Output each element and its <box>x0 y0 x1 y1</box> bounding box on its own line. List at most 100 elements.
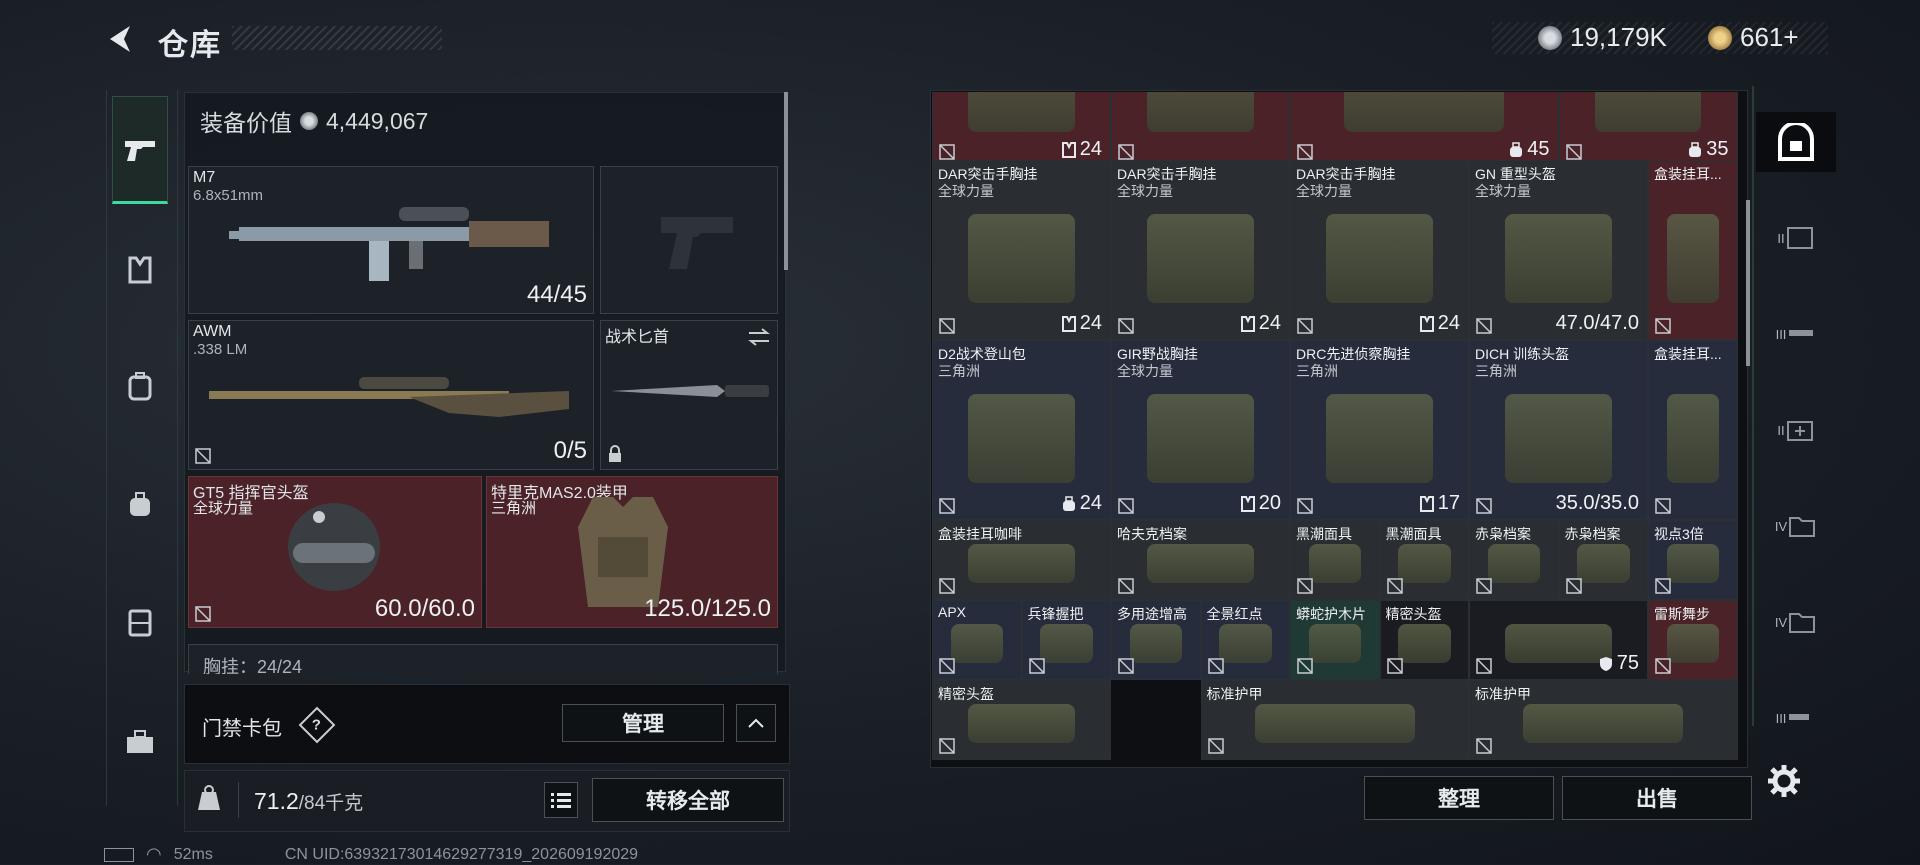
stash-item[interactable]: 35 <box>1558 92 1738 166</box>
stash-item[interactable]: 兵锋握把 <box>1021 600 1111 680</box>
stash-item[interactable]: 75 <box>1469 600 1648 680</box>
pistol-slot[interactable] <box>600 166 778 314</box>
stash-item[interactable]: 盒装挂耳咖啡 <box>932 520 1111 600</box>
title-decoration <box>232 26 442 50</box>
ticket-balance[interactable]: 661+ <box>1708 22 1799 53</box>
item-art <box>1398 544 1451 584</box>
rail-weapons-tab[interactable] <box>112 122 168 178</box>
stash-item[interactable]: 盒装挂耳... <box>1648 160 1738 340</box>
primary-weapon-slot[interactable]: M7 6.8x51mm 44/45 <box>188 166 594 314</box>
no-drop-icon <box>1476 738 1492 754</box>
pistol-placeholder-icon <box>661 217 733 269</box>
folder-page-icon <box>1789 613 1816 633</box>
stash-page-icon <box>1786 227 1813 249</box>
rig-small-icon <box>1240 495 1255 512</box>
melee-slot[interactable]: 战术匕首 <box>600 320 778 470</box>
stash-item[interactable]: 精密头盔 <box>932 680 1111 760</box>
transfer-all-button[interactable]: 转移全部 <box>592 778 784 822</box>
swap-icon[interactable] <box>747 327 771 347</box>
list-view-button[interactable] <box>544 782 578 818</box>
item-name: 多用途增高 <box>1117 606 1187 622</box>
sell-button[interactable]: 出售 <box>1562 776 1752 820</box>
tidy-button[interactable]: 整理 <box>1364 776 1554 820</box>
no-drop-icon <box>1118 658 1134 674</box>
stash-item[interactable]: 全景红点 <box>1200 600 1290 680</box>
stash-item[interactable]: 24 <box>932 92 1111 166</box>
stash-item[interactable]: DAR突击手胸挂 全球力量 24 <box>932 160 1111 340</box>
no-drop-icon <box>1118 144 1134 160</box>
armor-slot[interactable]: 特里克MAS2.0装甲 三角洲 125.0/125.0 <box>486 476 778 628</box>
page-roman: III <box>1775 710 1787 726</box>
stash-item[interactable]: 多用途增高 <box>1111 600 1201 680</box>
no-drop-icon <box>939 144 955 160</box>
back-arrow-icon[interactable] <box>104 22 138 56</box>
stash-page-3-tab[interactable]: III <box>1756 304 1836 364</box>
stash-item[interactable]: 标准护甲 <box>1469 680 1738 760</box>
manage-button[interactable]: 管理 <box>562 704 724 742</box>
item-source: 全球力量 <box>1117 183 1173 199</box>
item-art <box>1666 394 1719 484</box>
coin-balance[interactable]: 19,179K <box>1538 22 1667 53</box>
stash-page-5-tab[interactable]: IV <box>1756 496 1836 556</box>
equipment-scrollbar[interactable] <box>784 92 788 270</box>
stash-item[interactable]: 赤枭档案 <box>1558 520 1648 600</box>
expand-button[interactable] <box>736 704 776 742</box>
stash-item[interactable]: 黑潮面具 <box>1290 520 1380 600</box>
stash-item[interactable]: D2战术登山包 三角洲 24 <box>932 340 1111 520</box>
stash-item[interactable]: GIR野战胸挂 全球力量 20 <box>1111 340 1290 520</box>
stash-item[interactable]: APX <box>932 600 1022 680</box>
stash-item[interactable]: DICH 训练头盔 三角洲 35.0/35.0 <box>1469 340 1648 520</box>
item-count: 45 <box>1509 138 1550 161</box>
rail-backpack-tab[interactable] <box>112 358 168 414</box>
stash-item[interactable]: GN 重型头盔 全球力量 47.0/47.0 <box>1469 160 1648 340</box>
rail-case-tab[interactable] <box>112 594 168 650</box>
item-count: 24 <box>1061 138 1102 161</box>
stash-item[interactable] <box>1111 92 1290 166</box>
item-art <box>1147 214 1254 304</box>
stash-page-2-tab[interactable]: II <box>1756 208 1836 268</box>
stash-item[interactable]: 视点3倍 <box>1648 520 1738 600</box>
no-drop-icon <box>1655 658 1671 674</box>
stash-item[interactable]: DRC先进侦察胸挂 三角洲 17 <box>1290 340 1469 520</box>
rig-slot[interactable]: 胸挂：24/24 <box>188 644 778 674</box>
rail-bag-tab[interactable] <box>112 476 168 532</box>
item-source: 全球力量 <box>938 183 994 199</box>
knife-icon <box>611 385 769 397</box>
secondary-weapon-slot[interactable]: AWM .338 LM 0/5 <box>188 320 594 470</box>
item-art <box>968 394 1075 484</box>
item-count: 35.0/35.0 <box>1556 492 1639 515</box>
bag-small-icon <box>1689 141 1702 157</box>
stash-page-4-tab[interactable]: II <box>1756 400 1836 460</box>
stash-page-7-tab[interactable]: III <box>1756 688 1836 748</box>
item-art <box>968 704 1075 744</box>
helmet-slot[interactable]: GT5 指挥官头盔 全球力量 60.0/60.0 <box>188 476 482 628</box>
stash-item[interactable]: 盒装挂耳... <box>1648 340 1738 520</box>
medkit-page-icon <box>1786 421 1813 441</box>
chevron-up-icon <box>748 718 764 728</box>
no-drop-icon <box>939 498 955 514</box>
stash-item[interactable]: 黑潮面具 <box>1379 520 1469 600</box>
stash-item[interactable]: DAR突击手胸挂 全球力量 24 <box>1290 160 1469 340</box>
helmet-durability: 60.0/60.0 <box>374 595 475 622</box>
rail-rig-tab[interactable] <box>112 242 168 298</box>
melee-name: 战术匕首 <box>605 329 670 346</box>
no-drop-icon <box>1297 144 1313 160</box>
settings-gear-icon[interactable] <box>1767 764 1801 798</box>
stash-item[interactable]: 赤枭档案 <box>1469 520 1559 600</box>
stash-item[interactable]: 45 <box>1290 92 1559 166</box>
stash-page-6-tab[interactable]: IV <box>1756 592 1836 652</box>
stash-item[interactable]: 蟒蛇护木片 <box>1290 600 1380 680</box>
stash-home-tab[interactable] <box>1756 112 1836 172</box>
item-art <box>1344 92 1505 133</box>
no-drop-icon <box>1476 658 1492 674</box>
stash-item[interactable]: 雷斯舞步 <box>1648 600 1738 680</box>
no-drop-icon <box>1655 498 1671 514</box>
stash-item[interactable]: 哈夫克档案 <box>1111 520 1290 600</box>
rail-toolbox-tab[interactable] <box>112 714 168 770</box>
stash-scrollbar[interactable] <box>1746 200 1750 366</box>
stash-item[interactable]: DAR突击手胸挂 全球力量 24 <box>1111 160 1290 340</box>
weapon-ammo: 0/5 <box>553 437 587 464</box>
no-drop-icon <box>1118 318 1134 334</box>
stash-item[interactable]: 精密头盔 <box>1379 600 1469 680</box>
stash-item[interactable]: 标准护甲 <box>1200 680 1469 760</box>
